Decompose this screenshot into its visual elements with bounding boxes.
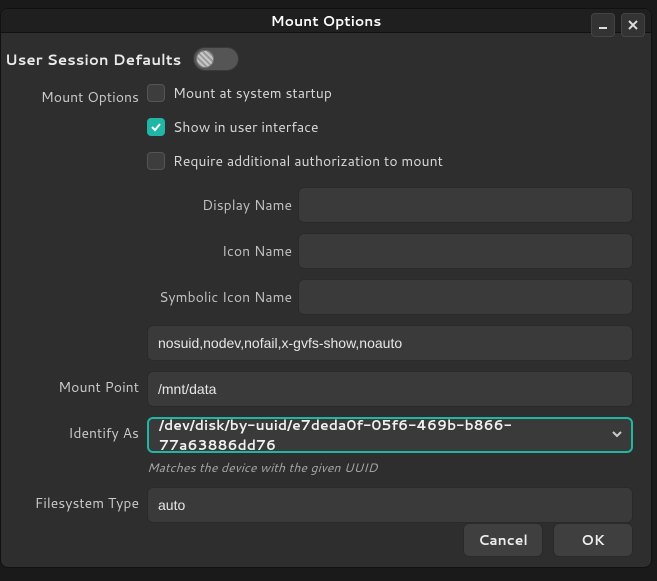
window-controls — [591, 13, 645, 37]
dialog-content: User Session Defaults Mount Options Moun… — [1, 33, 651, 567]
mount-options-string-input[interactable] — [147, 325, 633, 361]
mount-options-label: Mount Options — [1, 81, 141, 107]
session-defaults-label: User Session Defaults — [5, 49, 181, 70]
mount-options-string-row — [147, 325, 633, 361]
button-row: Cancel OK — [1, 523, 641, 557]
minimize-icon — [597, 19, 609, 31]
close-button[interactable] — [621, 13, 645, 37]
form-grid: Mount Options Mount at system startup Sh… — [1, 81, 641, 523]
identify-as-value: /dev/disk/by-uuid/e7deda0f-05f6-469b-b86… — [159, 415, 597, 455]
checkbox-mount-startup[interactable]: Mount at system startup — [147, 83, 633, 103]
checkbox-box — [147, 152, 165, 170]
mount-point-input[interactable] — [147, 371, 633, 407]
session-defaults-row: User Session Defaults — [1, 47, 641, 71]
fs-type-input[interactable] — [147, 487, 633, 523]
mount-point-label: Mount Point — [1, 371, 141, 397]
toggle-knob — [196, 50, 214, 68]
window-title: Mount Options — [1, 11, 651, 31]
ok-label: OK — [581, 530, 604, 550]
cancel-button[interactable]: Cancel — [463, 523, 543, 557]
symbolic-icon-input[interactable] — [298, 279, 633, 315]
identify-as-row: /dev/disk/by-uuid/e7deda0f-05f6-469b-b86… — [147, 417, 633, 477]
identify-as-select-wrap: /dev/disk/by-uuid/e7deda0f-05f6-469b-b86… — [147, 417, 633, 453]
identify-as-hint: Matches the device with the given UUID — [147, 459, 633, 477]
fs-type-row — [147, 487, 633, 523]
fs-type-label: Filesystem Type — [1, 487, 141, 513]
display-name-input[interactable] — [298, 187, 633, 223]
checkbox-require-auth[interactable]: Require additional authorization to moun… — [147, 151, 633, 171]
identify-as-label: Identify As — [1, 417, 141, 443]
checkbox-box — [147, 84, 165, 102]
checkbox-label: Show in user interface — [173, 117, 319, 137]
spacer — [1, 325, 141, 331]
checkbox-box — [147, 118, 165, 136]
icon-name-label: Icon Name — [147, 241, 292, 261]
name-fields: Display Name Icon Name Symbolic Icon Nam… — [147, 187, 633, 315]
check-icon — [150, 121, 162, 133]
icon-name-input[interactable] — [298, 233, 633, 269]
checkbox-group: Mount at system startup Show in user int… — [147, 81, 633, 171]
checkbox-label: Require additional authorization to moun… — [173, 151, 443, 171]
close-icon — [627, 19, 639, 31]
cancel-label: Cancel — [478, 530, 528, 550]
titlebar: Mount Options — [1, 9, 651, 33]
symbolic-icon-label: Symbolic Icon Name — [147, 287, 292, 307]
checkbox-label: Mount at system startup — [173, 83, 332, 103]
mount-point-row — [147, 371, 633, 407]
session-defaults-toggle[interactable] — [193, 47, 239, 71]
ok-button[interactable]: OK — [553, 523, 633, 557]
checkbox-show-ui[interactable]: Show in user interface — [147, 117, 633, 137]
mount-options-column: Mount at system startup Show in user int… — [147, 81, 633, 315]
display-name-label: Display Name — [147, 195, 292, 215]
minimize-button[interactable] — [591, 13, 615, 37]
mount-options-dialog: Mount Options User Session Defaults Moun… — [0, 8, 652, 568]
identify-as-select[interactable]: /dev/disk/by-uuid/e7deda0f-05f6-469b-b86… — [147, 417, 633, 453]
chevron-down-icon — [611, 425, 623, 445]
